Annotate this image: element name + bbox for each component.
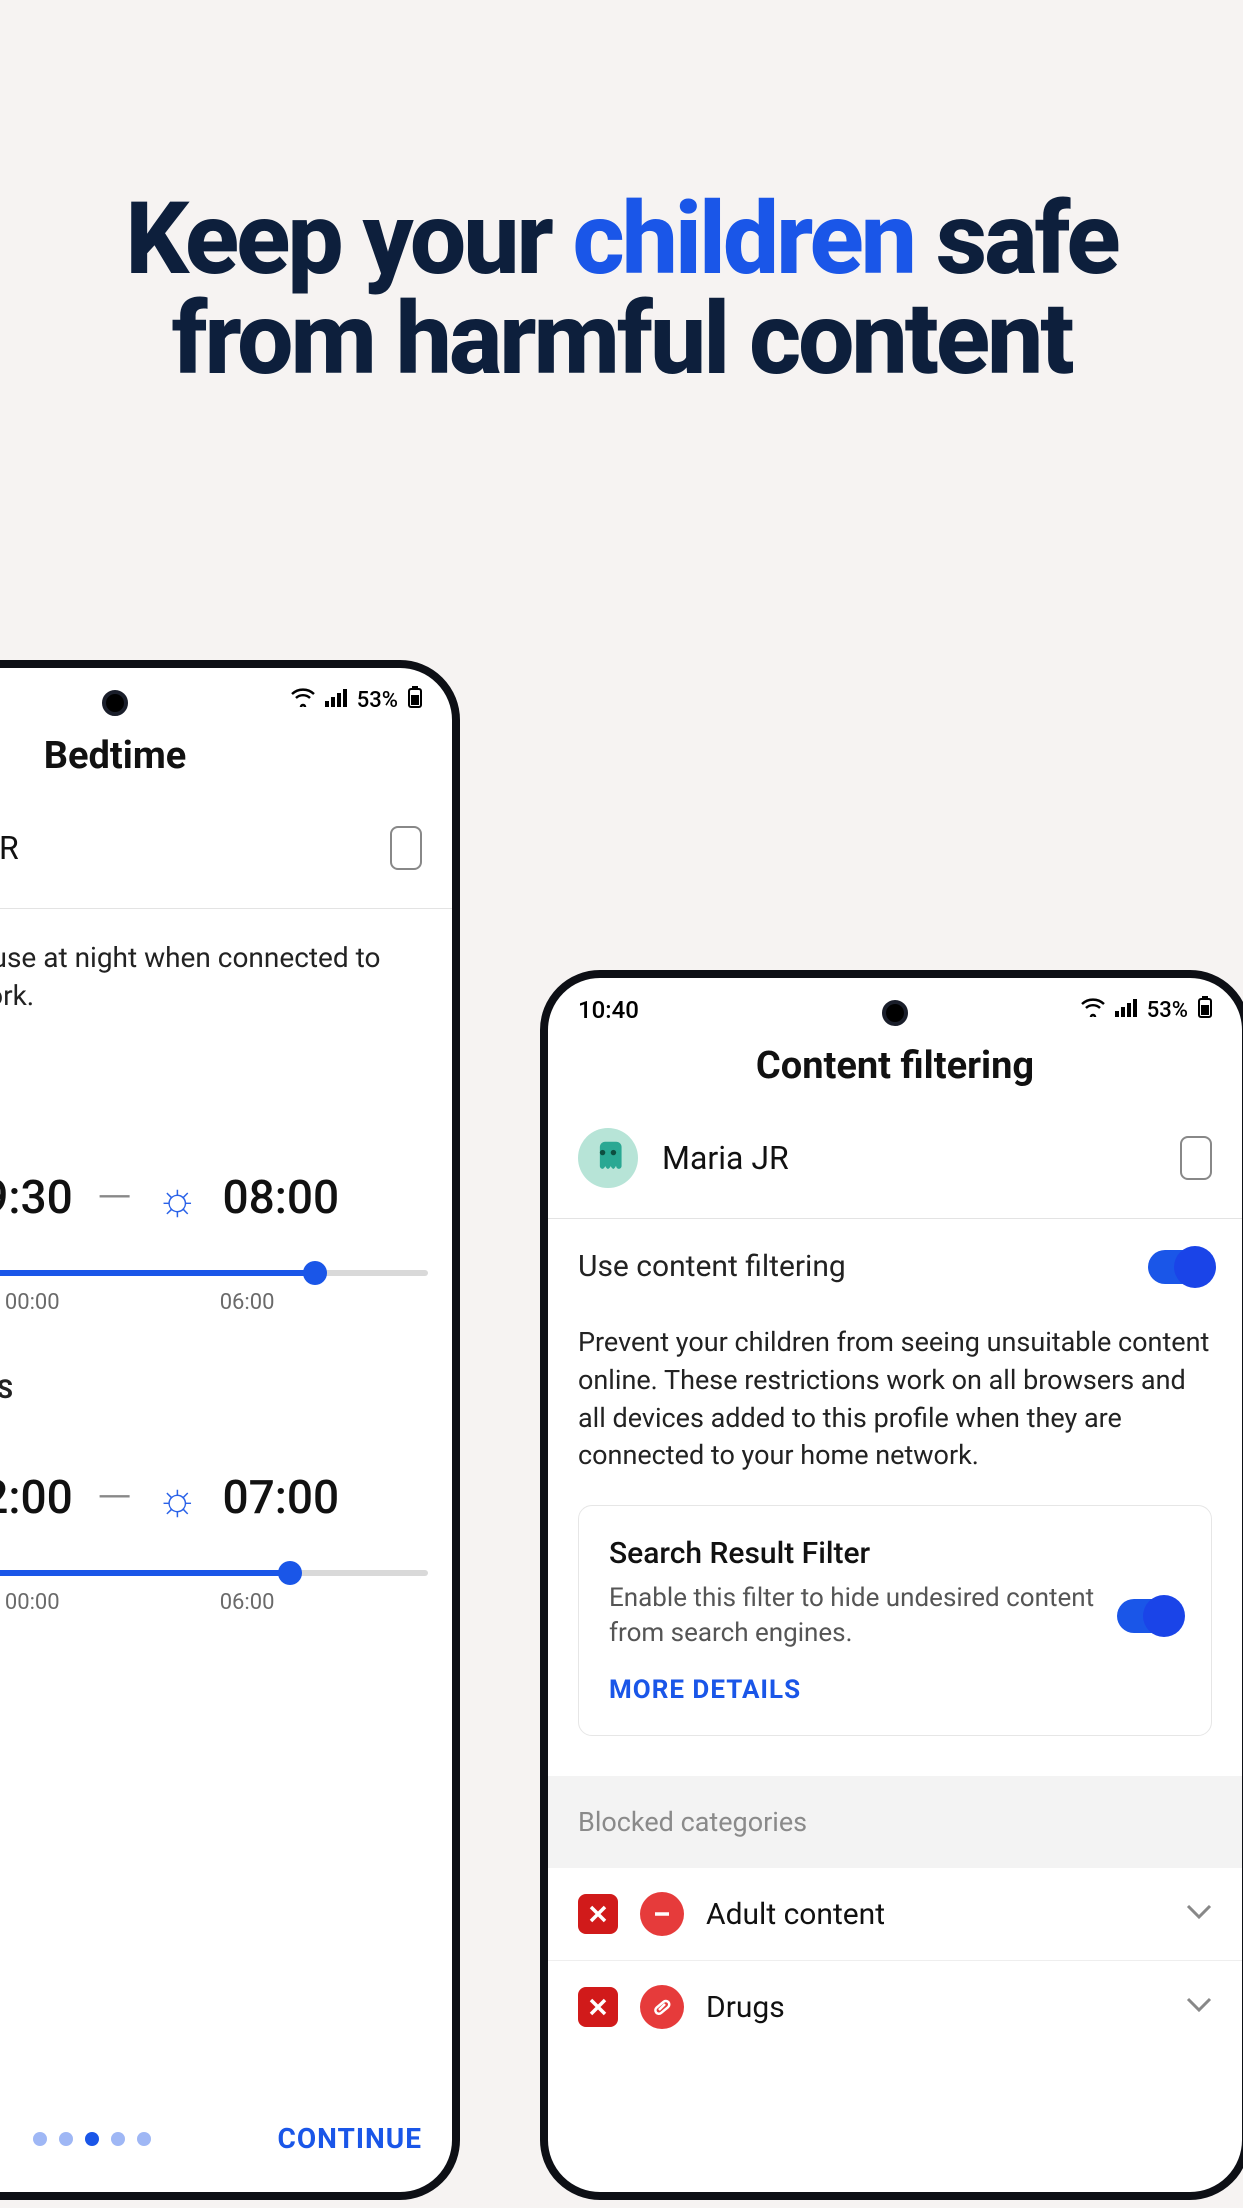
time-dash: — <box>97 1171 133 1225</box>
category-name: Adult content <box>706 1897 1164 1932</box>
minus-icon <box>640 1892 684 1936</box>
school-range-fill <box>0 1270 315 1276</box>
search-filter-toggle[interactable] <box>1117 1599 1181 1633</box>
weekend-range-end-handle[interactable] <box>278 1561 302 1585</box>
school-nights-days: Sunday - Thursday <box>0 1111 452 1171</box>
content-filter-toggle[interactable] <box>1148 1250 1212 1284</box>
status-time: 10:40 <box>578 996 639 1024</box>
blocked-categories-header: Blocked categories <box>548 1776 1242 1868</box>
category-row-adult[interactable]: Adult content <box>548 1868 1242 1961</box>
school-range-ticks: 18:00 00:00 06:00 <box>0 1290 452 1315</box>
pager-dot[interactable] <box>137 2132 151 2146</box>
pager-dots <box>33 2132 151 2146</box>
device-icon[interactable] <box>390 826 422 870</box>
profile-row[interactable]: Maria JR <box>0 818 452 908</box>
search-filter-card: Search Result Filter Enable this filter … <box>578 1505 1212 1736</box>
school-range-end-handle[interactable] <box>303 1261 327 1285</box>
weekend-nights-label: WEEKEND NIGHTS <box>0 1315 452 1411</box>
profile-name: Maria JR <box>0 829 390 867</box>
screen-title-filter: Content filtering <box>548 1044 1242 1088</box>
weekend-range-slider[interactable] <box>0 1570 428 1576</box>
signal-icon <box>1115 998 1137 1023</box>
weekend-time-range: ☾ 22:00 — ☼ 07:00 <box>0 1471 452 1546</box>
content-filter-description: Prevent your children from seeing unsuit… <box>548 1284 1242 1505</box>
phone-content-filtering: 10:40 53% Content filtering Maria JR Use… <box>540 970 1243 2200</box>
chevron-down-icon <box>1186 1904 1212 1924</box>
wifi-icon <box>291 687 315 713</box>
pager-dot[interactable] <box>33 2132 47 2146</box>
more-details-link[interactable]: MORE DETAILS <box>609 1675 801 1705</box>
time-dash: — <box>97 1471 133 1525</box>
tick <box>435 1590 440 1615</box>
profile-name: Maria JR <box>662 1139 1180 1177</box>
school-time-range: ☾ 19:30 — ☼ 08:00 <box>0 1171 452 1246</box>
signal-icon <box>325 688 347 713</box>
pager-dot-active[interactable] <box>85 2132 99 2146</box>
battery-icon <box>408 686 422 714</box>
footer-bar: BACK CONTINUE <box>0 2098 452 2179</box>
category-name: Drugs <box>706 1990 1164 2025</box>
continue-label: CONTINUE <box>278 2122 423 2155</box>
weekend-end-time: 07:00 <box>222 1471 339 1525</box>
school-nights-label: SCHOOL NIGHTS <box>0 1015 452 1111</box>
school-start-time: 19:30 <box>0 1171 73 1225</box>
chevron-down-icon <box>1186 1997 1212 2017</box>
pill-icon <box>640 1985 684 2029</box>
weekend-start-time: 22:00 <box>0 1471 73 1525</box>
status-bar: 10:40 53% <box>0 668 452 724</box>
tick: 00:00 <box>5 1590 60 1615</box>
weekend-range-ticks: 18:00 00:00 06:00 <box>0 1590 452 1615</box>
sun-icon: ☼ <box>156 1471 198 1526</box>
search-filter-description: Enable this filter to hide undesired con… <box>609 1581 1097 1651</box>
search-filter-title: Search Result Filter <box>609 1536 1181 1571</box>
wifi-icon <box>1081 997 1105 1023</box>
tick: 06:00 <box>220 1290 275 1315</box>
tick <box>435 1290 440 1315</box>
status-battery: 53% <box>357 688 398 713</box>
status-battery: 53% <box>1147 998 1188 1023</box>
screen-title-bedtime: Bedtime <box>0 734 452 778</box>
camera-dot-icon <box>102 690 128 716</box>
camera-dot-icon <box>882 1000 908 1026</box>
blocked-icon <box>578 1987 618 2027</box>
school-end-time: 08:00 <box>222 1171 339 1225</box>
blocked-icon <box>578 1894 618 1934</box>
weekend-nights-days: Friday - Saturday <box>0 1411 452 1471</box>
weekend-range-fill <box>0 1570 290 1576</box>
content-filter-toggle-row: Use content filtering <box>548 1219 1242 1284</box>
battery-icon <box>1198 996 1212 1024</box>
tick: 06:00 <box>220 1590 275 1615</box>
sun-icon: ☼ <box>156 1171 198 1226</box>
bedtime-intro-text: Prevent internet use at night when conne… <box>0 909 452 1015</box>
pager-dot[interactable] <box>59 2132 73 2146</box>
device-icon[interactable] <box>1180 1136 1212 1180</box>
category-row-drugs[interactable]: Drugs <box>548 1961 1242 2053</box>
content-filter-toggle-label: Use content filtering <box>578 1249 846 1284</box>
profile-row[interactable]: Maria JR <box>548 1128 1242 1218</box>
avatar-icon <box>578 1128 638 1188</box>
pager-dot[interactable] <box>111 2132 125 2146</box>
school-range-slider[interactable] <box>0 1270 428 1276</box>
phone-bedtime: 10:40 53% Bedtime Maria JR Prevent inter… <box>0 660 460 2200</box>
continue-button[interactable]: CONTINUE <box>278 2122 423 2155</box>
marketing-headline: Keep your children safe from harmful con… <box>72 190 1172 390</box>
tick: 00:00 <box>5 1290 60 1315</box>
